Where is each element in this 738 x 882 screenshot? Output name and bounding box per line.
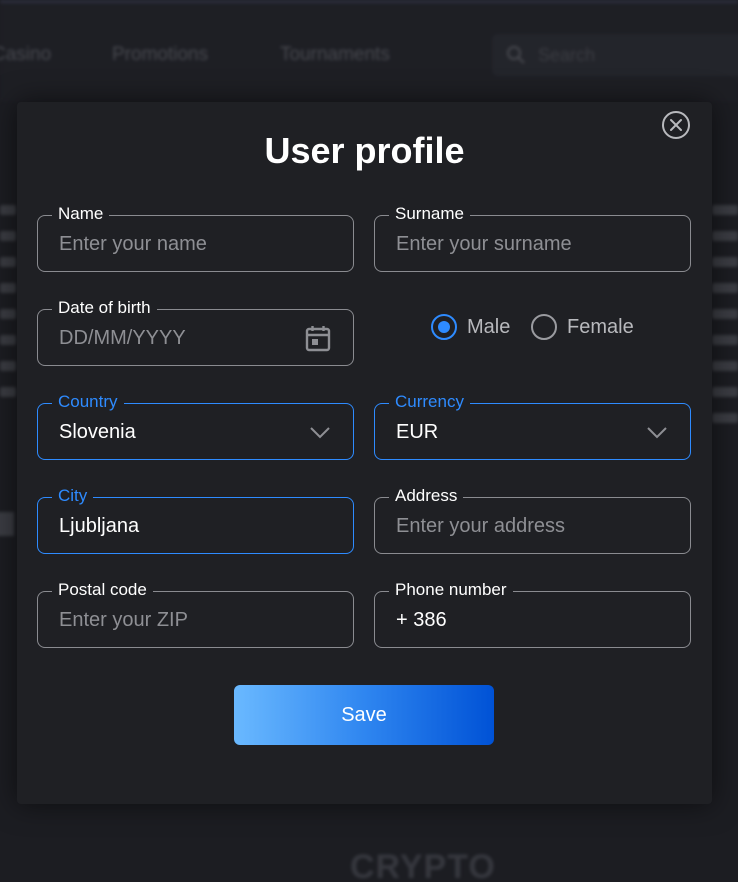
city-field[interactable]: City Ljubljana [37,486,354,554]
date-of-birth-placeholder: DD/MM/YYYY [59,327,186,349]
name-label: Name [52,204,110,224]
date-of-birth-field[interactable]: Date of birth DD/MM/YYYY [37,298,354,366]
radio-checked-icon [431,314,457,340]
surname-label: Surname [389,204,470,224]
chevron-down-icon [647,427,667,439]
postal-code-placeholder: Enter your ZIP [59,609,188,631]
address-placeholder: Enter your address [396,515,565,537]
gender-male-label: Male [467,316,511,338]
page: Casino Promotions Tournaments Search CRY… [0,0,738,882]
surname-placeholder: Enter your surname [396,233,572,255]
name-field[interactable]: Name Enter your name [37,204,354,272]
phone-number-label: Phone number [389,580,513,600]
country-select[interactable]: Country Slovenia [37,392,354,460]
currency-select[interactable]: Currency EUR [374,392,691,460]
surname-field[interactable]: Surname Enter your surname [374,204,691,272]
country-label: Country [52,392,124,412]
search-icon [507,46,525,64]
save-button[interactable]: Save [234,685,494,745]
country-value: Slovenia [59,421,136,443]
phone-number-value: + 386 [396,609,447,631]
chevron-down-icon [310,427,330,439]
nav-item-casino[interactable]: Casino [0,44,51,66]
nav-item-tournaments[interactable]: Tournaments [280,44,390,66]
background-text-right [712,205,738,439]
modal-title: User profile [264,130,465,171]
gender-female-label: Female [567,316,634,338]
background-heading-fragment [0,512,14,536]
name-placeholder: Enter your name [59,233,207,255]
date-of-birth-label: Date of birth [52,298,157,318]
city-label: City [52,486,94,506]
radio-unchecked-icon [531,314,557,340]
phone-number-field[interactable]: Phone number + 386 [374,580,691,648]
background-search-placeholder: Search [538,45,596,65]
background-text-left [0,205,16,413]
currency-label: Currency [389,392,470,412]
postal-code-label: Postal code [52,580,153,600]
nav-item-promotions[interactable]: Promotions [112,44,208,66]
currency-value: EUR [396,421,439,443]
city-value: Ljubljana [59,515,140,537]
background-nav: Casino Promotions Tournaments Search [0,2,738,102]
top-accent-line [0,0,738,3]
address-field[interactable]: Address Enter your address [374,486,691,554]
postal-code-field[interactable]: Postal code Enter your ZIP [37,580,354,648]
background-heading-crypto: CRYPTO [350,848,496,882]
background-search[interactable]: Search [492,34,738,76]
address-label: Address [389,486,464,506]
calendar-icon[interactable] [305,324,331,352]
user-profile-modal: User profile Name Enter your name Surnam… [17,102,712,804]
